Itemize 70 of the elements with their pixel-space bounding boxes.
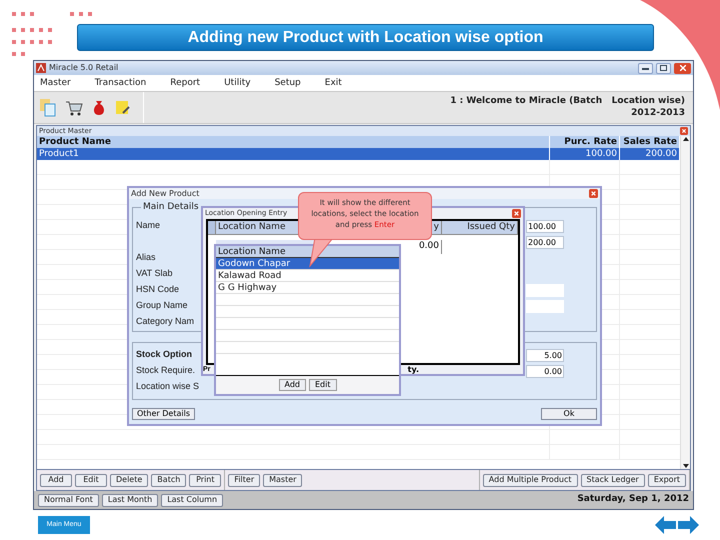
- forward-arrow-icon[interactable]: [678, 516, 699, 534]
- input-field[interactable]: [526, 300, 564, 312]
- field-label: VAT Slab: [136, 267, 173, 280]
- close-icon[interactable]: [512, 209, 521, 218]
- bag-icon[interactable]: [92, 99, 106, 116]
- table-row[interactable]: Product1 100.00 200.00: [37, 148, 680, 160]
- menu-item[interactable]: Report: [170, 78, 200, 88]
- list-button[interactable]: Edit: [309, 379, 336, 391]
- toolbar-button[interactable]: Master: [263, 474, 302, 486]
- note-icon[interactable]: [115, 100, 131, 116]
- toolbar-button[interactable]: Edit: [75, 474, 107, 486]
- close-icon: [680, 65, 686, 71]
- menu-item[interactable]: Exit: [324, 78, 342, 88]
- toolbar-button[interactable]: Export: [648, 474, 686, 486]
- footer-text: ty.: [408, 366, 419, 374]
- app-icon: [36, 63, 46, 73]
- cart-icon[interactable]: [65, 100, 83, 116]
- back-arrow-icon[interactable]: [655, 516, 676, 534]
- minimize-icon: [642, 66, 649, 70]
- input-field[interactable]: 0.00: [526, 364, 564, 378]
- toolbar-button[interactable]: Add: [40, 474, 72, 486]
- year-text: 2012-2013: [631, 108, 685, 119]
- table-cell: Product1: [37, 148, 550, 160]
- toolbar-button[interactable]: Stack Ledger: [580, 474, 645, 486]
- field-label: Alias: [136, 251, 156, 264]
- field-label: Category Nam: [136, 315, 194, 328]
- field-label: HSN Code: [136, 283, 180, 296]
- scrollbar[interactable]: [680, 136, 690, 469]
- minimize-button[interactable]: [638, 62, 653, 74]
- toolbar-button[interactable]: Normal Font: [38, 494, 99, 506]
- field-label: Stock Require.: [136, 364, 196, 378]
- window-title: Miracle 5.0 Retail: [49, 64, 118, 72]
- close-button[interactable]: [674, 62, 691, 74]
- welcome-text: 1 : Welcome to Miracle (Batch Location wise): [450, 96, 685, 108]
- menu-item[interactable]: Utility: [224, 78, 251, 88]
- dialog-title: Add New Product: [131, 190, 200, 198]
- documents-icon[interactable]: [40, 98, 56, 116]
- input-field[interactable]: 200.00: [526, 236, 564, 248]
- close-icon[interactable]: [680, 127, 688, 135]
- menu-item[interactable]: Transaction: [94, 78, 146, 88]
- list-item[interactable]: Godown Chapar: [216, 258, 399, 270]
- menu-item[interactable]: Setup: [274, 78, 301, 88]
- field-label: Group Name: [136, 299, 188, 312]
- toolbar-button[interactable]: Add Multiple Product: [482, 474, 578, 486]
- list-item[interactable]: Kalawad Road: [216, 270, 399, 282]
- list-item[interactable]: G G Highway: [216, 282, 399, 294]
- table-cell: 100.00: [550, 148, 620, 160]
- input-field[interactable]: 100.00: [526, 220, 564, 232]
- close-icon[interactable]: [589, 189, 598, 198]
- field-label: Name: [136, 219, 160, 232]
- maximize-button[interactable]: [656, 62, 671, 74]
- toolbar-button[interactable]: Last Column: [161, 494, 224, 506]
- toolbar-button[interactable]: Last Month: [102, 494, 158, 506]
- toolbar-button[interactable]: Filter: [228, 474, 260, 486]
- group-legend: Stock Option: [136, 348, 192, 362]
- toolbar-button[interactable]: Delete: [110, 474, 148, 486]
- input-field[interactable]: [526, 284, 564, 296]
- input-field[interactable]: 5.00: [526, 348, 564, 362]
- list-header: Location Name: [216, 246, 399, 258]
- menu-item[interactable]: Master: [40, 78, 71, 88]
- slide-title: Adding new Product with Location wise option: [77, 24, 654, 51]
- toolbar-button[interactable]: Batch: [151, 474, 186, 486]
- toolbar-button[interactable]: Print: [189, 474, 222, 486]
- status-date: Saturday, Sep 1, 2012: [577, 493, 689, 506]
- maximize-icon: [660, 65, 667, 71]
- dialog-button[interactable]: Ok: [541, 408, 597, 420]
- list-button[interactable]: Add: [278, 379, 306, 391]
- dialog-button[interactable]: Other Details: [132, 408, 195, 420]
- column-header: Issued Qty: [442, 221, 518, 234]
- field-label: Location wise S: [136, 380, 200, 394]
